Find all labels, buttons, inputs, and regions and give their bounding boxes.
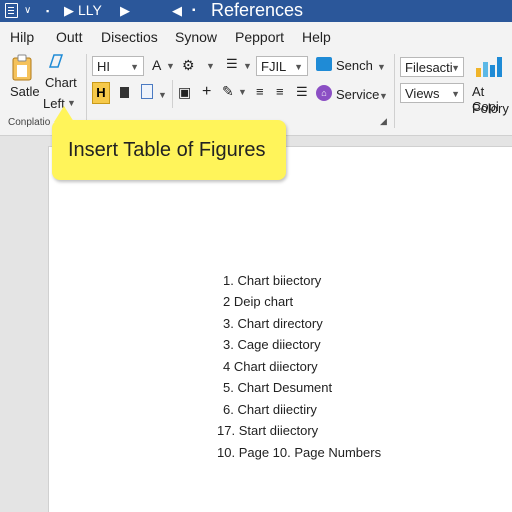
chevron-down-icon[interactable]: ∨ <box>24 3 31 19</box>
menu-hilp[interactable]: Hilp <box>10 29 34 45</box>
chart-label[interactable]: Chart <box>45 75 77 90</box>
toc-entry[interactable]: 2 Deip chart <box>223 294 293 309</box>
style-value: FJIL <box>261 59 287 74</box>
align-left-icon[interactable]: ≡ <box>256 84 264 99</box>
back-arrow-icon[interactable]: ◀ <box>172 3 182 19</box>
play-icon[interactable]: ▶ <box>64 3 74 19</box>
style-box[interactable]: FJIL ▼ <box>256 56 308 76</box>
toc-entry[interactable]: 6. Chart diiectiry <box>223 402 317 417</box>
print-icon[interactable] <box>120 87 129 98</box>
chevron-down-icon[interactable]: ▼ <box>451 63 460 73</box>
separator <box>172 80 173 108</box>
sench-icon[interactable] <box>316 57 332 71</box>
separator <box>394 54 395 128</box>
bar-chart-icon[interactable] <box>474 54 504 78</box>
clipboard-icon[interactable] <box>10 54 36 82</box>
toc-text: Chart directory <box>237 316 323 331</box>
document-icon[interactable] <box>5 3 18 18</box>
font-size-value: HI <box>97 59 110 74</box>
toc-number: 3. <box>223 337 234 352</box>
toc-number: 6. <box>223 402 234 417</box>
toc-number: 2 <box>223 294 231 309</box>
pen-icon[interactable]: ✎ <box>222 83 234 100</box>
toc-text: Cage diiectory <box>237 337 321 352</box>
chevron-down-icon[interactable]: ▼ <box>166 61 175 71</box>
toc-entry[interactable]: 4 Chart diiectory <box>223 359 318 374</box>
toc-number: 5. <box>223 380 234 395</box>
toc-text: Chart biiectory <box>237 273 322 288</box>
toc-entry[interactable]: 1. Chart biiectory <box>223 273 321 288</box>
font-color-icon[interactable]: A <box>152 57 161 73</box>
window-title: References <box>211 0 304 20</box>
page-icon[interactable] <box>141 84 153 99</box>
service-icon[interactable]: ⌂ <box>316 85 332 101</box>
dot-icon: ▪ <box>46 6 50 16</box>
satle-label[interactable]: Satle <box>10 84 40 99</box>
toc-number: 3. <box>223 316 234 331</box>
chevron-down-icon[interactable]: ▼ <box>243 61 252 71</box>
chevron-down-icon[interactable]: ▼ <box>158 90 167 100</box>
toc-number: 1. <box>223 273 234 288</box>
toc-text: Chart diiectory <box>233 359 318 374</box>
group-label: Conplatio <box>8 117 51 128</box>
chevron-down-icon[interactable]: ▼ <box>294 62 303 72</box>
toc-entry[interactable]: 10. Page 10. Page Numbers <box>217 445 381 460</box>
chevron-down-icon[interactable]: ▼ <box>130 62 139 72</box>
dialog-launcher-icon[interactable]: ◢ <box>380 116 387 127</box>
views-value: Views <box>405 86 440 101</box>
menu-help[interactable]: Help <box>302 29 331 45</box>
list-icon[interactable]: ☰ <box>296 84 308 100</box>
dot-icon: ▪ <box>192 5 196 16</box>
filesact-value: Filesacti <box>405 60 453 75</box>
separator <box>86 54 87 128</box>
toc-entry[interactable]: 3. Cage diiectory <box>223 337 321 352</box>
menu-synow[interactable]: Synow <box>175 29 217 45</box>
toc-number: 4 <box>223 359 231 374</box>
quick-access-label: LLY <box>78 2 102 18</box>
sench-button[interactable]: Sench <box>336 58 373 73</box>
service-button[interactable]: Service <box>336 87 379 102</box>
toc-text: Deip chart <box>233 294 294 309</box>
chevron-down-icon[interactable]: ▼ <box>379 91 388 101</box>
play-icon[interactable]: ▶ <box>120 3 130 19</box>
menu-pepport[interactable]: Pepport <box>235 29 284 45</box>
indent-icon[interactable]: ☰ <box>226 56 238 72</box>
align-center-icon[interactable]: ≡ <box>276 84 284 99</box>
polory-label[interactable]: Polory <box>472 101 509 116</box>
toc-number: 17. <box>217 423 236 438</box>
chevron-down-icon[interactable]: ▼ <box>238 87 247 97</box>
chevron-down-icon[interactable]: ▼ <box>206 61 215 71</box>
toc-text: Start diiectory <box>238 423 319 438</box>
toc-entry[interactable]: 17. Start diiectory <box>217 423 318 438</box>
chart-link-icon[interactable] <box>48 53 66 74</box>
toc-number: 10. <box>217 445 236 460</box>
chevron-down-icon[interactable]: ▼ <box>377 62 386 72</box>
filesact-box[interactable]: Filesacti ▼ <box>400 57 464 77</box>
highlight-label: H <box>96 85 106 100</box>
chevron-down-icon[interactable]: ▼ <box>451 89 460 99</box>
toc-text: Chart diiectiry <box>237 402 317 417</box>
image-icon[interactable]: ▣ <box>178 84 191 101</box>
font-size-box[interactable]: HI ▼ <box>92 56 144 76</box>
menu-outt[interactable]: Outt <box>56 29 82 45</box>
views-box[interactable]: Views ▼ <box>400 83 464 103</box>
tooltip-text: Insert Table of Figures <box>68 139 266 161</box>
menu-bar: Hilp Outt Disectios Synow Pepport Help <box>0 22 512 50</box>
toc-text: Chart Desument <box>237 380 333 395</box>
highlight-button[interactable]: H <box>92 82 110 104</box>
settings-icon[interactable]: ⚙ <box>182 57 195 74</box>
toc-entry[interactable]: 3. Chart directory <box>223 316 323 331</box>
plus-icon[interactable]: + <box>202 83 211 101</box>
toc-text: Page 10. Page Numbers <box>238 445 382 460</box>
document-page[interactable]: 1. Chart biiectory 2 Deip chart 3. Chart… <box>48 146 512 512</box>
toc-entry[interactable]: 5. Chart Desument <box>223 380 332 395</box>
tooltip-insert-table-of-figures: Insert Table of Figures <box>52 106 286 180</box>
menu-disectios[interactable]: Disectios <box>101 29 158 45</box>
title-bar: ∨ ▪ ▶ LLY ▶ ◀ ▪ References <box>0 0 512 22</box>
